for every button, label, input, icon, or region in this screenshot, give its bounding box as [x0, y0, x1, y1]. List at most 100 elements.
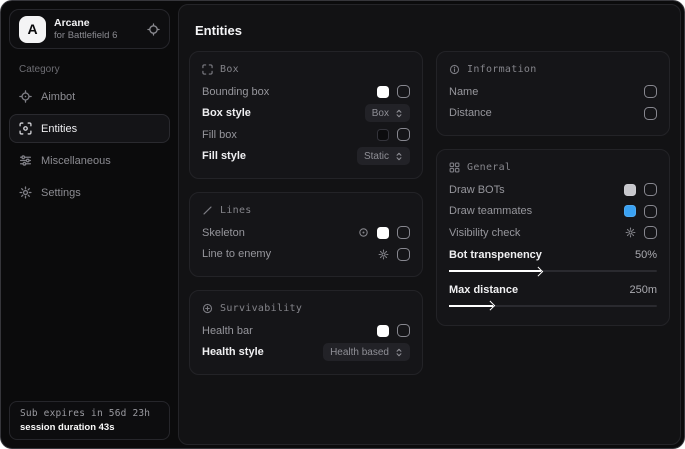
- row-label: Visibility check: [449, 227, 520, 239]
- visibility-check-gear-icon[interactable]: [625, 227, 636, 238]
- lines-card-header: Lines: [202, 205, 410, 216]
- max-distance-value: 250m: [629, 284, 657, 296]
- sidebar-item-entities[interactable]: Entities: [9, 114, 170, 143]
- health-bar-color-swatch[interactable]: [377, 325, 389, 337]
- session-duration-text: session duration 43s: [20, 422, 159, 433]
- fill-box-color-swatch[interactable]: [377, 129, 389, 141]
- crosshair-icon: [19, 90, 32, 103]
- page-title: Entities: [195, 23, 670, 38]
- sidebar-item-label: Entities: [41, 123, 77, 135]
- draw-bots-checkbox[interactable]: [644, 183, 657, 196]
- line-to-enemy-checkbox[interactable]: [397, 248, 410, 261]
- survivability-card-header: Survivability: [202, 303, 410, 314]
- row-label: Draw BOTs: [449, 184, 505, 196]
- fill-box-row: Fill box: [202, 124, 410, 146]
- scan-icon: [19, 122, 32, 135]
- dropdown-value: Box: [372, 108, 389, 119]
- profile-text: Arcane for Battlefield 6: [54, 17, 117, 42]
- slider-fill: [449, 305, 493, 307]
- row-label: Health style: [202, 346, 264, 358]
- focus-ring-icon[interactable]: [147, 23, 160, 36]
- distance-row: Distance: [449, 103, 657, 125]
- row-label: Draw teammates: [449, 205, 532, 217]
- sidebar-item-settings[interactable]: Settings: [9, 178, 170, 207]
- draw-bots-row: Draw BOTs: [449, 179, 657, 201]
- box-card: Box Bounding box Box style Box: [189, 51, 423, 179]
- grid-icon: [449, 162, 460, 173]
- fill-style-row: Fill style Static: [202, 146, 410, 168]
- health-style-row: Health style Health based: [202, 342, 410, 364]
- bot-transparency-slider[interactable]: [449, 270, 657, 272]
- health-bar-row: Health bar: [202, 320, 410, 342]
- cards-grid: Box Bounding box Box style Box: [189, 51, 670, 375]
- subscription-info-card: Sub expires in 56d 23h session duration …: [9, 401, 170, 440]
- app-window: A Arcane for Battlefield 6 Category: [0, 0, 685, 449]
- chevron-up-down-icon: [395, 348, 403, 357]
- gear-icon: [19, 186, 32, 199]
- row-label: Name: [449, 86, 478, 98]
- skeleton-color-swatch[interactable]: [377, 227, 389, 239]
- health-bar-checkbox[interactable]: [397, 324, 410, 337]
- health-style-dropdown[interactable]: Health based: [323, 343, 410, 361]
- card-title: Survivability: [220, 303, 302, 314]
- skeleton-checkbox[interactable]: [397, 226, 410, 239]
- max-distance-slider[interactable]: [449, 305, 657, 307]
- bot-transparency-value: 50%: [635, 249, 657, 261]
- fill-style-dropdown[interactable]: Static: [357, 147, 410, 165]
- row-label: Health bar: [202, 325, 253, 337]
- distance-checkbox[interactable]: [644, 107, 657, 120]
- line-to-enemy-gear-icon[interactable]: [378, 249, 389, 260]
- diagonal-line-icon: [202, 205, 213, 216]
- sidebar: A Arcane for Battlefield 6 Category: [1, 1, 178, 448]
- draw-teammates-row: Draw teammates: [449, 201, 657, 223]
- app-subtitle: for Battlefield 6: [54, 30, 117, 42]
- box-card-header: Box: [202, 64, 410, 75]
- chevron-up-down-icon: [395, 152, 403, 161]
- row-label: Line to enemy: [202, 248, 271, 260]
- bounding-box-checkbox[interactable]: [397, 85, 410, 98]
- card-title: Lines: [220, 205, 252, 216]
- visibility-check-checkbox[interactable]: [644, 226, 657, 239]
- draw-bots-color-swatch[interactable]: [624, 184, 636, 196]
- chevron-up-down-icon: [395, 109, 403, 118]
- row-label: Max distance: [449, 284, 518, 296]
- information-card: Information Name Distance: [436, 51, 670, 136]
- draw-teammates-color-swatch[interactable]: [624, 205, 636, 217]
- sliders-icon: [19, 154, 32, 167]
- app-logo: A: [19, 16, 46, 43]
- right-column: Information Name Distance: [436, 51, 670, 375]
- general-card-header: General: [449, 162, 657, 173]
- name-checkbox[interactable]: [644, 85, 657, 98]
- plus-circle-icon: [202, 303, 213, 314]
- sidebar-item-miscellaneous[interactable]: Miscellaneous: [9, 146, 170, 175]
- row-label: Box style: [202, 107, 251, 119]
- box-style-dropdown[interactable]: Box: [365, 104, 410, 122]
- sidebar-item-aimbot[interactable]: Aimbot: [9, 82, 170, 111]
- visibility-check-row: Visibility check: [449, 222, 657, 244]
- row-label: Fill style: [202, 150, 246, 162]
- skeleton-row: Skeleton: [202, 222, 410, 244]
- row-label: Skeleton: [202, 227, 245, 239]
- sidebar-item-label: Miscellaneous: [41, 155, 111, 167]
- skeleton-config-icon[interactable]: [358, 227, 369, 238]
- dropdown-value: Health based: [330, 347, 389, 358]
- sidebar-nav: Aimbot Entities: [9, 82, 170, 207]
- draw-teammates-checkbox[interactable]: [644, 205, 657, 218]
- general-card: General Draw BOTs Draw teammates: [436, 149, 670, 326]
- card-title: General: [467, 162, 511, 173]
- row-label: Bot transpenency: [449, 249, 542, 261]
- category-label: Category: [19, 64, 170, 75]
- fill-box-checkbox[interactable]: [397, 128, 410, 141]
- profile-card: A Arcane for Battlefield 6: [9, 9, 170, 49]
- lines-card: Lines Skeleton: [189, 192, 423, 277]
- card-title: Box: [220, 64, 239, 75]
- bounding-box-row: Bounding box: [202, 81, 410, 103]
- name-row: Name: [449, 81, 657, 103]
- main-panel: Entities Box Bounding box: [178, 4, 681, 445]
- box-corners-icon: [202, 64, 213, 75]
- dropdown-value: Static: [364, 151, 389, 162]
- slider-fill: [449, 270, 541, 272]
- bounding-box-color-swatch[interactable]: [377, 86, 389, 98]
- survivability-card: Survivability Health bar Health style He…: [189, 290, 423, 375]
- max-distance-setting: Max distance 250m: [449, 279, 657, 307]
